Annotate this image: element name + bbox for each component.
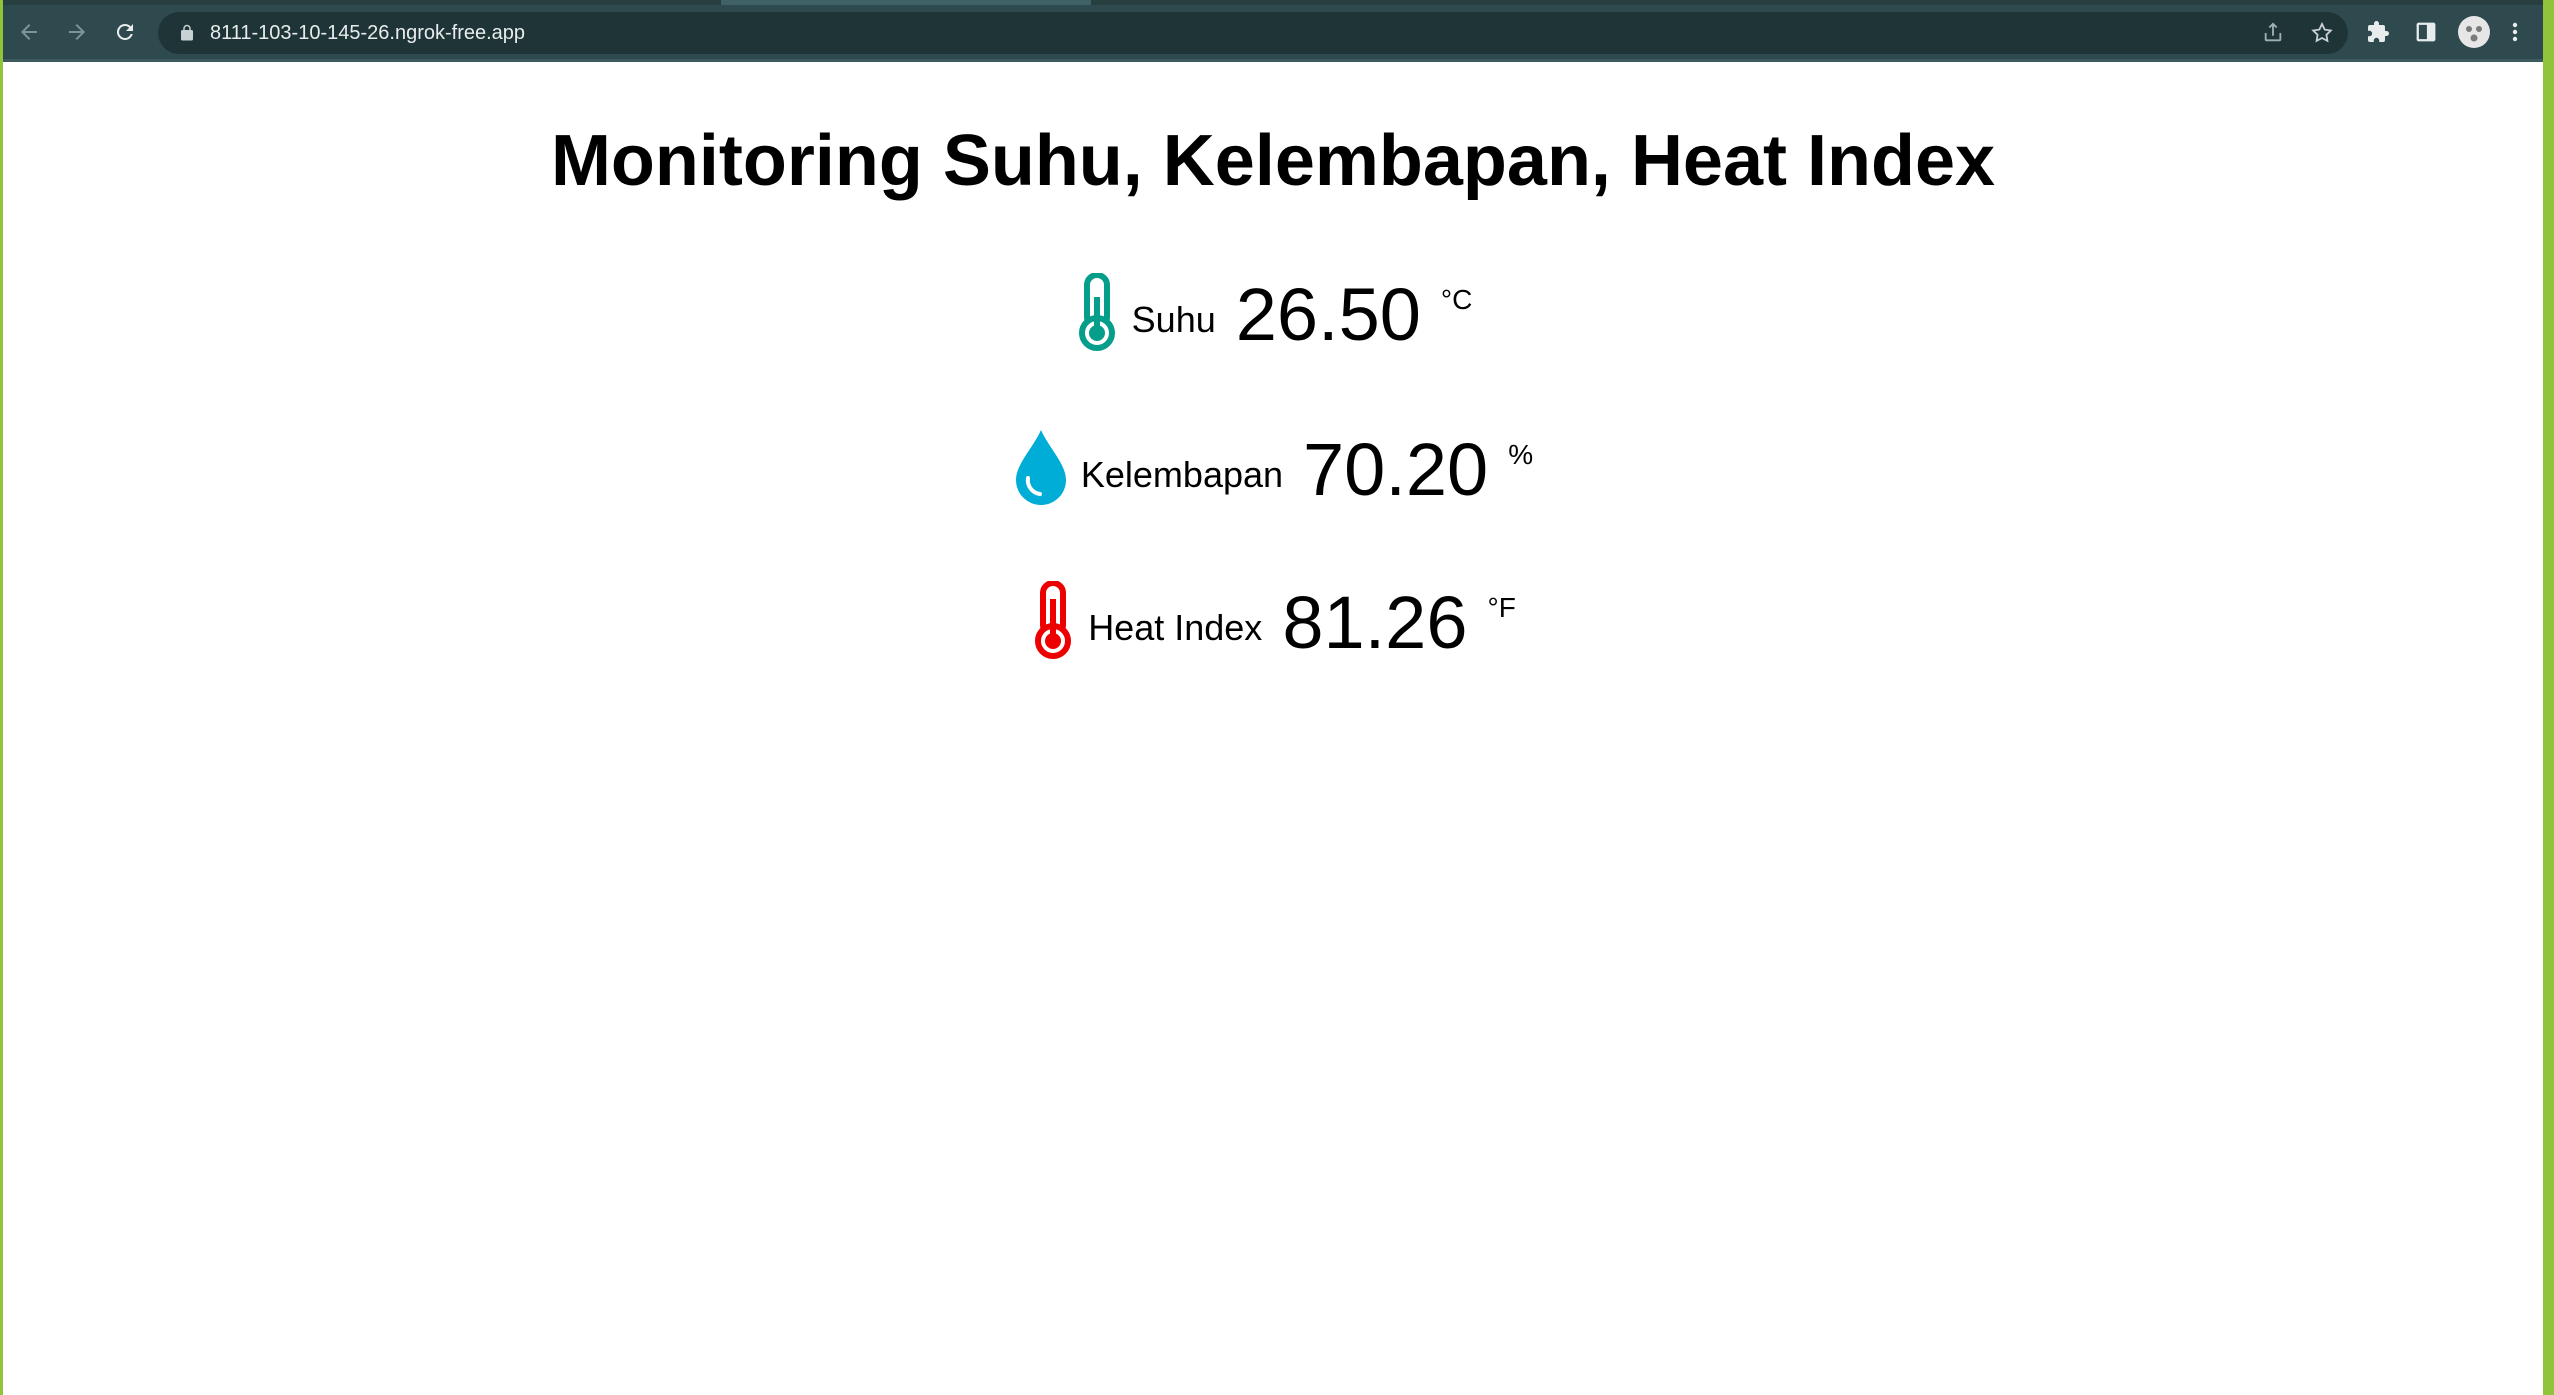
reading-value: 81.26 (1282, 581, 1468, 664)
reload-button[interactable] (105, 12, 145, 52)
menu-button[interactable] (2500, 12, 2530, 52)
thermometer-icon (1074, 272, 1120, 356)
thermometer-icon (1030, 580, 1076, 664)
profile-button[interactable] (2454, 12, 2494, 52)
arrow-right-icon (69, 24, 85, 40)
reading-unit: °C (1440, 284, 1473, 315)
share-icon[interactable] (2262, 22, 2284, 44)
extensions-button[interactable] (2358, 12, 2398, 52)
back-button[interactable] (9, 12, 49, 52)
lock-icon[interactable] (178, 24, 196, 42)
reading-suhu: Suhu 26.50 °C (3, 272, 2543, 357)
reading-value: 26.50 (1235, 273, 1421, 356)
page-title: Monitoring Suhu, Kelembapan, Heat Index (550, 121, 1996, 201)
reading-value: 70.20 (1303, 428, 1489, 511)
reading-unit: % (1508, 439, 1534, 470)
reading-label: Heat Index (1088, 606, 1263, 648)
star-icon[interactable] (2310, 21, 2334, 45)
reading-label: Kelembapan (1080, 453, 1284, 495)
reload-icon (116, 23, 133, 40)
address-bar[interactable]: 8111-103-10-145-26.ngrok-free.app (158, 12, 2348, 54)
tab-strip (3, 0, 2543, 5)
water-drop-icon (1013, 428, 1069, 511)
reading-unit: °F (1487, 592, 1516, 623)
avatar-icon (2458, 16, 2490, 48)
active-tab[interactable] (721, 0, 1091, 5)
url-text[interactable]: 8111-103-10-145-26.ngrok-free.app (210, 22, 525, 45)
puzzle-icon (2368, 21, 2389, 42)
reading-heat-index: Heat Index 81.26 °F (3, 580, 2543, 665)
reading-label: Suhu (1131, 298, 1216, 340)
arrow-left-icon (21, 24, 37, 40)
reading-kelembapan: Kelembapan 70.20 % (3, 427, 2543, 512)
side-panel-button[interactable] (2406, 12, 2446, 52)
forward-button[interactable] (57, 12, 97, 52)
side-panel-icon (2416, 22, 2436, 42)
more-vertical-icon (2512, 22, 2518, 42)
browser-window: 8111-103-10-145-26.ngrok-free.app Monito… (3, 0, 2543, 1395)
desktop-edge (2543, 0, 2554, 1395)
browser-toolbar: 8111-103-10-145-26.ngrok-free.app (3, 0, 2543, 62)
page-content: Monitoring Suhu, Kelembapan, Heat Index … (3, 62, 2543, 1395)
